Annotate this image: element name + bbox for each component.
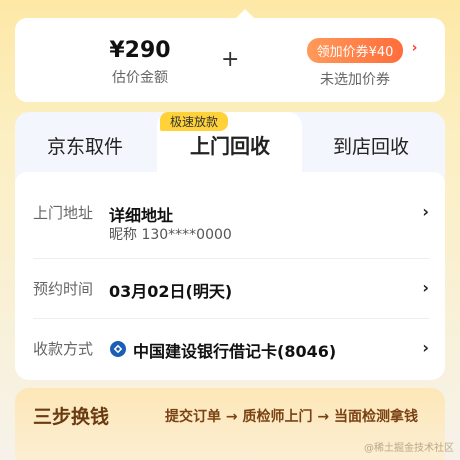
recycle-card: 京东取件 上门回收 到店回收 上门地址 详细地址 昵称 130****0000 …: [15, 112, 445, 380]
divider: [33, 318, 429, 319]
estimated-price: ¥290: [109, 38, 171, 63]
time-row[interactable]: 预约时间 03月02日(明天) ›: [33, 278, 429, 301]
time-value: 03月02日(明天): [109, 282, 233, 301]
plus-sign: +: [221, 47, 240, 72]
tab-jd-pickup[interactable]: 京东取件: [47, 132, 123, 159]
chevron-right-icon: ›: [422, 278, 429, 297]
address-contact: 昵称 130****0000: [109, 227, 232, 243]
watermark: @稀土掘金技术社区: [364, 443, 454, 454]
order-form: 上门地址 详细地址 昵称 130****0000 › 预约时间 03月02日(明…: [15, 172, 445, 380]
tab-store-recycle[interactable]: 到店回收: [333, 132, 409, 159]
ccb-bank-icon: [110, 341, 126, 357]
address-row[interactable]: 上门地址 详细地址 昵称 130****0000 ›: [33, 202, 429, 243]
chevron-right-icon: ›: [422, 202, 429, 221]
address-value: 详细地址: [109, 206, 174, 225]
price-card: ¥290 估价金额 + 领加价券¥40 › 未选加价券: [15, 9, 445, 102]
coupon-button[interactable]: 领加价券¥40 ›: [306, 38, 417, 63]
coupon-label: 领加价券¥40: [316, 45, 394, 60]
address-label: 上门地址: [33, 204, 94, 222]
chevron-right-icon: ›: [411, 40, 418, 56]
steps-flow: 提交订单 → 质检师上门 → 当面检测拿钱: [165, 409, 418, 425]
steps-title: 三步换钱: [33, 406, 110, 428]
fast-payout-badge: 极速放款: [160, 112, 229, 131]
estimate-block: ¥290 估价金额: [85, 38, 195, 87]
chevron-right-icon: ›: [422, 338, 429, 357]
time-label: 预约时间: [33, 280, 94, 298]
divider: [33, 258, 429, 259]
coupon-block[interactable]: 领加价券¥40 › 未选加价券: [285, 38, 425, 89]
coupon-status: 未选加价券: [320, 72, 390, 88]
payment-value: 中国建设银行借记卡(8046): [133, 342, 337, 361]
estimated-price-label: 估价金额: [112, 70, 168, 86]
tab-door-recycle[interactable]: 上门回收: [190, 130, 270, 159]
payment-row[interactable]: 收款方式 中国建设银行借记卡(8046) ›: [33, 338, 429, 361]
payment-label: 收款方式: [33, 340, 94, 358]
